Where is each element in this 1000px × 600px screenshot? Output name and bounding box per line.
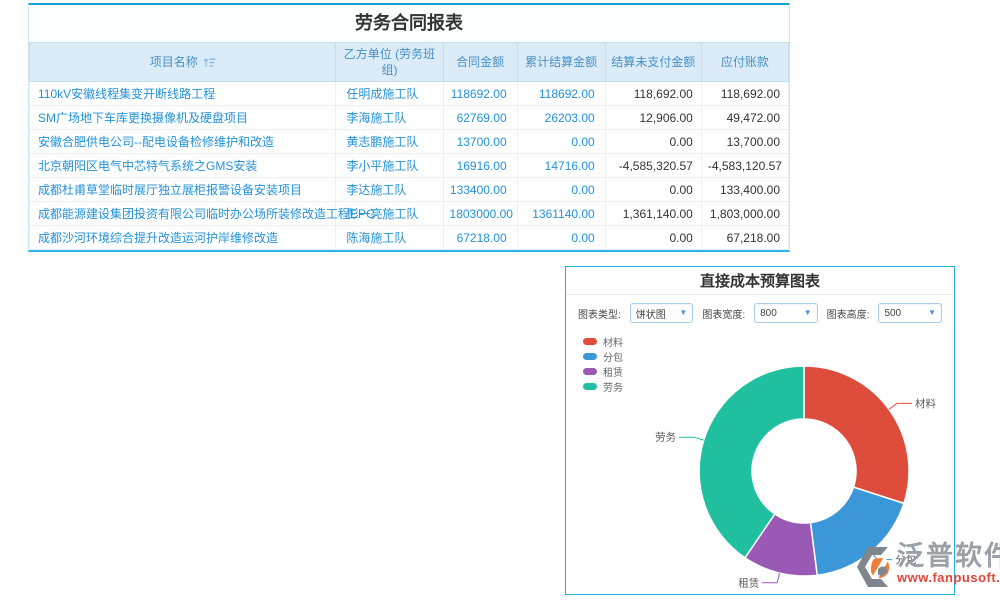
watermark-brand: 泛普软件 <box>897 541 1000 572</box>
chart-type-select[interactable]: 饼状图 ▼ <box>630 303 694 323</box>
contract-amount: 13700.00 <box>443 130 517 154</box>
col-header-unit: 乙方单位 (劳务班组) <box>336 43 443 82</box>
project-link[interactable]: SM广场地下车库更换摄像机及硬盘项目 <box>30 106 336 130</box>
unpaid-amount: 0.00 <box>605 130 701 154</box>
watermark-url: www.fanpusoft.com <box>897 570 1000 585</box>
contract-amount: 118692.00 <box>443 82 517 106</box>
sort-icon[interactable] <box>203 57 216 68</box>
col-header-settled-amount: 累计结算金额 <box>517 43 605 82</box>
unit-link[interactable]: 李达施工队 <box>336 178 443 202</box>
legend-label: 分包 <box>603 349 623 364</box>
header-row: 项目名称 乙方单位 (劳务班组) 合同金额 累计结算金额 结算未支付金额 应付账… <box>30 43 789 82</box>
legend-item-subcontract[interactable]: 分包 <box>583 349 623 364</box>
legend-swatch <box>583 353 597 360</box>
unit-link[interactable]: 任明成施工队 <box>336 82 443 106</box>
legend-item-labor[interactable]: 劳务 <box>583 379 623 394</box>
project-link[interactable]: 成都杜甫草堂临时展厅独立展柜报警设备安装项目 <box>30 178 336 202</box>
payable-amount: 49,472.00 <box>701 106 788 130</box>
chevron-down-icon: ▼ <box>679 309 687 317</box>
payable-amount: 118,692.00 <box>701 82 788 106</box>
chevron-down-icon: ▼ <box>928 309 936 317</box>
payable-amount: 13,700.00 <box>701 130 788 154</box>
vendor-watermark: 泛普软件 www.fanpusoft.com <box>854 541 1000 591</box>
unit-link[interactable]: 黄志鹏施工队 <box>336 130 443 154</box>
labor-contract-report-panel: 劳务合同报表 项目名称 乙方单 <box>28 3 790 252</box>
settled-amount: 0.00 <box>517 178 605 202</box>
unpaid-amount: 118,692.00 <box>605 82 701 106</box>
contract-amount: 1803000.00 <box>443 202 517 226</box>
chart-width-select[interactable]: 800 ▼ <box>754 303 818 323</box>
project-link[interactable]: 北京朝阳区电气中芯特气系统之GMS安装 <box>30 154 336 178</box>
chart-height-select[interactable]: 500 ▼ <box>878 303 942 323</box>
payable-amount: 67,218.00 <box>701 226 788 250</box>
payable-amount: 133,400.00 <box>701 178 788 202</box>
unpaid-amount: 1,361,140.00 <box>605 202 701 226</box>
pie-label-line <box>889 403 912 409</box>
table-row: 110kV安徽线程集变开断线路工程 任明成施工队 118692.00 11869… <box>30 82 789 106</box>
contract-amount: 133400.00 <box>443 178 517 202</box>
contract-amount: 16916.00 <box>443 154 517 178</box>
pie-label: 租赁 <box>738 576 759 589</box>
report-title: 劳务合同报表 <box>29 5 789 42</box>
unit-link[interactable]: 彭一亮施工队 <box>336 202 443 226</box>
table-row: 成都能源建设集团投资有限公司临时办公场所装修改造工程EPC 彭一亮施工队 180… <box>30 202 789 226</box>
fanpu-logo-icon <box>854 541 896 591</box>
table-row: 成都杜甫草堂临时展厅独立展柜报警设备安装项目 李达施工队 133400.00 0… <box>30 178 789 202</box>
unpaid-amount: 0.00 <box>605 226 701 250</box>
pie-label-line <box>679 437 704 440</box>
unit-link[interactable]: 李小平施工队 <box>336 154 443 178</box>
legend-swatch <box>583 383 597 390</box>
contract-amount: 67218.00 <box>443 226 517 250</box>
table-row: 成都沙河环境综合提升改造运河护岸维修改造 陈海施工队 67218.00 0.00… <box>30 226 789 250</box>
project-link[interactable]: 110kV安徽线程集变开断线路工程 <box>30 82 336 106</box>
chart-width-value: 800 <box>760 308 777 319</box>
unpaid-amount: -4,585,320.57 <box>605 154 701 178</box>
chevron-down-icon: ▼ <box>804 309 812 317</box>
settled-amount: 1361140.00 <box>517 202 605 226</box>
report-table: 项目名称 乙方单位 (劳务班组) 合同金额 累计结算金额 结算未支付金额 应付账… <box>29 42 789 250</box>
settled-amount: 0.00 <box>517 130 605 154</box>
payable-amount: -4,583,120.57 <box>701 154 788 178</box>
chart-type-value: 饼状图 <box>636 306 666 321</box>
settled-amount: 0.00 <box>517 226 605 250</box>
legend-item-rental[interactable]: 租赁 <box>583 364 623 379</box>
table-row: 北京朝阳区电气中芯特气系统之GMS安装 李小平施工队 16916.00 1471… <box>30 154 789 178</box>
legend-swatch <box>583 338 597 345</box>
legend-swatch <box>583 368 597 375</box>
settled-amount: 26203.00 <box>517 106 605 130</box>
unit-link[interactable]: 陈海施工队 <box>336 226 443 250</box>
unit-link[interactable]: 李海施工队 <box>336 106 443 130</box>
chart-width-label: 图表宽度: <box>702 306 745 321</box>
chart-height-value: 500 <box>884 308 901 319</box>
chart-legend: 材料 分包 租赁 劳务 <box>583 334 623 394</box>
contract-amount: 62769.00 <box>443 106 517 130</box>
project-link[interactable]: 安徽合肥供电公司--配电设备检修维护和改造 <box>30 130 336 154</box>
col-header-project[interactable]: 项目名称 <box>30 43 336 82</box>
chart-type-label: 图表类型: <box>578 306 621 321</box>
col-header-payable: 应付账款 <box>701 43 788 82</box>
col-header-unpaid-amount: 结算未支付金额 <box>605 43 701 82</box>
chart-controls: 图表类型: 饼状图 ▼ 图表宽度: 800 ▼ 图表高度: 500 ▼ <box>566 295 954 329</box>
project-link[interactable]: 成都沙河环境综合提升改造运河护岸维修改造 <box>30 226 336 250</box>
table-row: SM广场地下车库更换摄像机及硬盘项目 李海施工队 62769.00 26203.… <box>30 106 789 130</box>
pie-label: 材料 <box>915 397 936 410</box>
settled-amount: 14716.00 <box>517 154 605 178</box>
unpaid-amount: 0.00 <box>605 178 701 202</box>
project-link[interactable]: 成都能源建设集团投资有限公司临时办公场所装修改造工程EPC <box>30 202 336 226</box>
col-header-contract-amount: 合同金额 <box>443 43 517 82</box>
legend-label: 材料 <box>603 334 623 349</box>
pie-label: 劳务 <box>655 431 677 444</box>
table-row: 安徽合肥供电公司--配电设备检修维护和改造 黄志鹏施工队 13700.00 0.… <box>30 130 789 154</box>
chart-height-label: 图表高度: <box>827 306 870 321</box>
payable-amount: 1,803,000.00 <box>701 202 788 226</box>
settled-amount: 118692.00 <box>517 82 605 106</box>
pie-slice-材料[interactable] <box>804 366 909 503</box>
legend-label: 租赁 <box>603 364 623 379</box>
col-header-project-label: 项目名称 <box>150 54 198 70</box>
unpaid-amount: 12,906.00 <box>605 106 701 130</box>
legend-label: 劳务 <box>603 379 623 394</box>
legend-item-material[interactable]: 材料 <box>583 334 623 349</box>
pie-label-line <box>762 573 779 583</box>
